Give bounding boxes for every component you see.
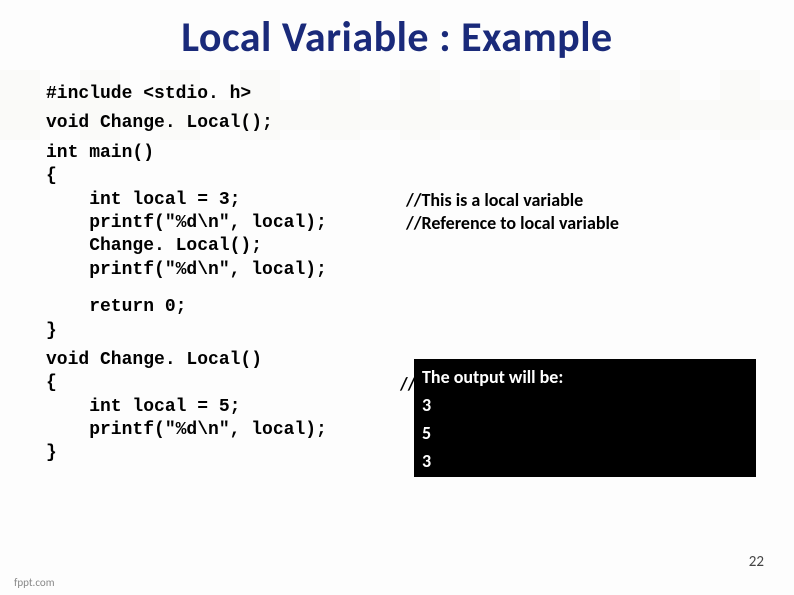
code-line: int local = 3; [46,189,406,212]
output-heading: The output will be: [422,363,748,391]
output-box: The output will be: 3 5 3 [414,359,756,477]
code-line: #include <stdio. h> [46,83,748,106]
code-line: void Change. Local(); [46,112,748,135]
code-line: printf("%d\n", local); [46,259,748,282]
code-comment: //Reference to local variable [406,212,619,234]
code-row: int local = 3; //This is a local variabl… [46,189,748,212]
code-line: int main() [46,142,748,165]
output-line: 3 [422,447,748,475]
footer-branding: fppt.com [14,576,54,589]
code-line: Change. Local(); [46,235,748,258]
output-line: 3 [422,391,748,419]
slide-content: #include <stdio. h> void Change. Local()… [0,63,794,466]
code-line: printf("%d\n", local); [46,212,406,235]
code-line: return 0; [46,296,748,319]
page-number: 22 [749,553,764,571]
code-row: printf("%d\n", local); //Reference to lo… [46,212,748,235]
output-line: 5 [422,419,748,447]
code-comment: //This is a local variable [406,189,583,211]
slide-title: Local Variable : Example [0,0,794,63]
code-line: { [46,165,748,188]
code-line: } [46,320,748,343]
